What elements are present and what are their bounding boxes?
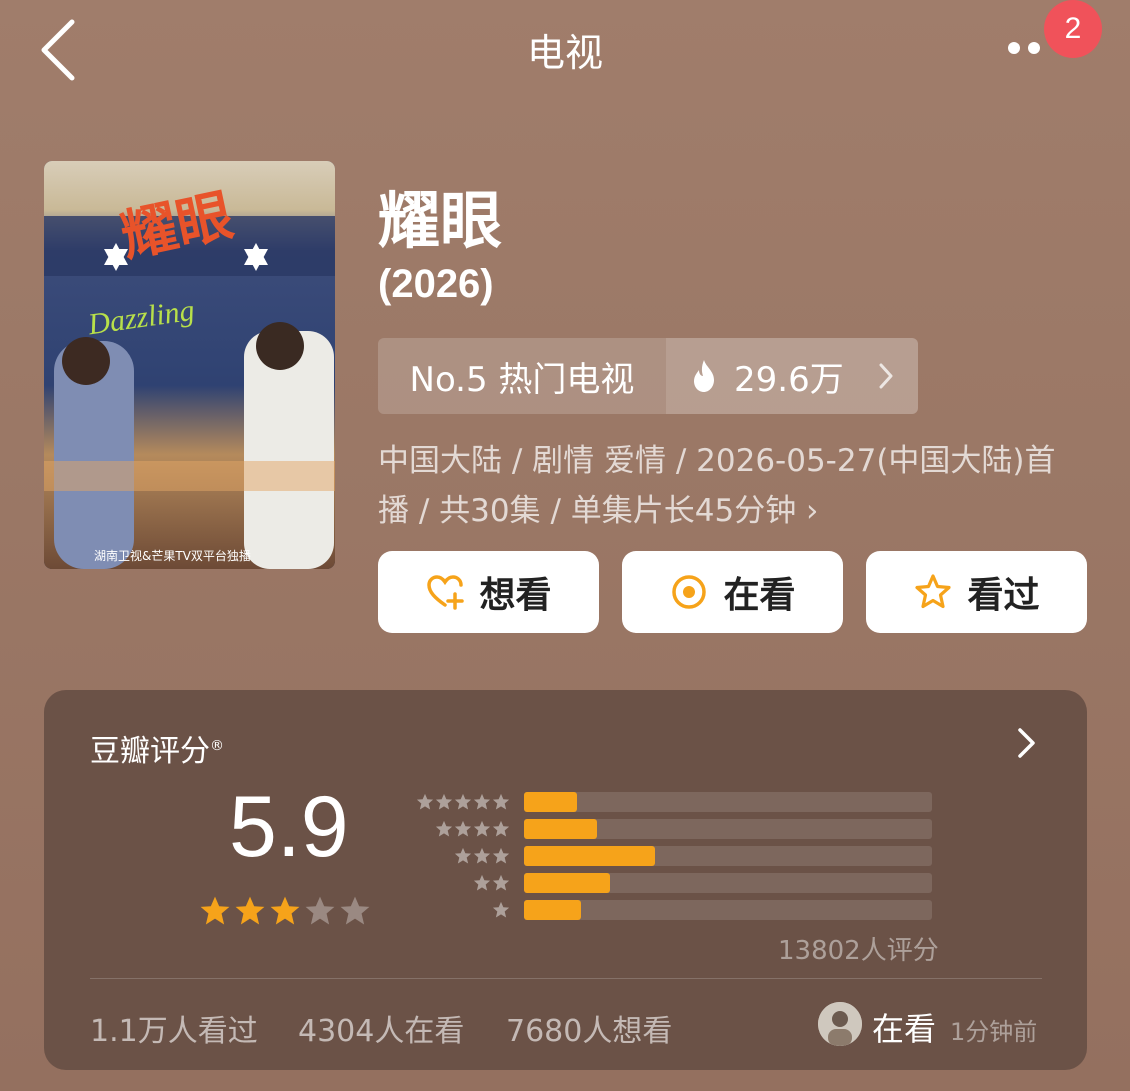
rating-label-text: 豆瓣评分	[90, 734, 210, 769]
distribution-row-5	[404, 792, 932, 812]
friend-status: 在看	[872, 1010, 937, 1048]
distribution-row-3	[404, 846, 932, 866]
star-outline-icon	[915, 574, 952, 609]
notification-badge[interactable]: 2	[1044, 0, 1102, 58]
fire-icon	[694, 360, 714, 392]
star-small-icon	[473, 874, 491, 891]
want-to-watch-button[interactable]: 想看	[378, 551, 599, 633]
watched-count: 1.1万人看过	[90, 1014, 258, 1049]
watched-label: 看过	[967, 575, 1040, 616]
distribution-stars	[404, 820, 510, 838]
star-small-icon	[435, 820, 453, 837]
star-small-icon	[454, 820, 472, 837]
distribution-track	[524, 900, 932, 920]
avatar-image	[818, 1002, 862, 1046]
rank-label: No.5 热门电视	[378, 338, 666, 414]
distribution-bar	[524, 900, 582, 920]
star-small-icon	[492, 847, 510, 864]
page-title: 电视	[526, 31, 603, 75]
distribution-track	[524, 792, 932, 812]
watched-button[interactable]: 看过	[866, 551, 1087, 633]
distribution-bar	[524, 873, 610, 893]
star-empty-icon	[340, 896, 370, 925]
star-filled-icon	[200, 896, 230, 925]
distribution-stars	[404, 847, 510, 865]
distribution-stars	[404, 793, 510, 811]
star-small-icon	[473, 820, 491, 837]
movie-title: 耀眼	[378, 184, 503, 257]
distribution-track	[524, 819, 932, 839]
movie-year: (2026)	[378, 262, 494, 306]
friend-time: 1分钟前	[950, 1018, 1038, 1046]
rating-score: 5.9	[229, 779, 349, 875]
star-small-icon	[473, 847, 491, 864]
watching-button[interactable]: 在看	[622, 551, 843, 633]
star-small-icon	[492, 874, 510, 891]
watching-label: 在看	[723, 575, 796, 616]
heart-plus-icon	[427, 575, 465, 610]
star-small-icon	[454, 847, 472, 864]
target-icon	[672, 575, 707, 609]
chevron-right-icon	[879, 363, 893, 389]
star-empty-icon	[305, 896, 335, 925]
star-small-icon	[492, 901, 510, 918]
star-filled-icon	[235, 896, 265, 925]
distribution-row-1	[404, 900, 932, 920]
poster-caption: 湖南卫视&芒果TV双平台独播	[94, 549, 251, 563]
star-small-icon	[416, 793, 434, 810]
distribution-track	[524, 846, 932, 866]
rating-count: 13802人评分	[778, 936, 939, 966]
meta-line-2: 播 / 共30集 / 单集片长45分钟 ›	[378, 493, 819, 529]
star-small-icon	[492, 793, 510, 810]
distribution-track	[524, 873, 932, 893]
star-small-icon	[454, 793, 472, 810]
want-to-watch-label: 想看	[479, 575, 552, 616]
meta-line-1: 中国大陆 / 剧情 爱情 / 2026-05-27(中国大陆)首	[378, 443, 1056, 479]
watching-count: 4304人在看	[298, 1014, 465, 1049]
distribution-row-4	[404, 819, 932, 839]
friend-avatar[interactable]	[818, 1002, 862, 1046]
distribution-bar	[524, 846, 655, 866]
star-filled-icon	[270, 896, 300, 925]
want-count: 7680人想看	[506, 1014, 673, 1049]
distribution-row-2	[404, 873, 932, 893]
distribution-stars	[404, 901, 510, 919]
distribution-stars	[404, 874, 510, 892]
rating-card[interactable]: 豆瓣评分® 5.9 13802人评分 1.1万人看过 4304人在看 7680人…	[44, 690, 1087, 1070]
movie-meta[interactable]: 中国大陆 / 剧情 爱情 / 2026-05-27(中国大陆)首 播 / 共30…	[378, 436, 1098, 536]
rating-title: 豆瓣评分®	[90, 726, 224, 770]
divider	[90, 978, 1042, 979]
poster-image[interactable]: 耀眼 Dazzling 湖南卫视&芒果TV双平台独播	[44, 161, 335, 569]
distribution-bar	[524, 819, 598, 839]
star-small-icon	[492, 820, 510, 837]
more-dots-icon	[1008, 42, 1020, 54]
distribution-bar	[524, 792, 578, 812]
top-bar: 电视 2	[0, 0, 1130, 100]
more-dot	[1028, 42, 1040, 54]
chevron-right-icon[interactable]	[1014, 726, 1040, 760]
rank-banner[interactable]: No.5 热门电视 29.6万	[378, 338, 918, 414]
registered-mark: ®	[210, 738, 224, 754]
star-small-icon	[435, 793, 453, 810]
heat-value: 29.6万	[734, 359, 844, 400]
heat-section[interactable]: 29.6万	[666, 338, 918, 414]
score-stars	[199, 895, 371, 927]
star-small-icon	[473, 793, 491, 810]
